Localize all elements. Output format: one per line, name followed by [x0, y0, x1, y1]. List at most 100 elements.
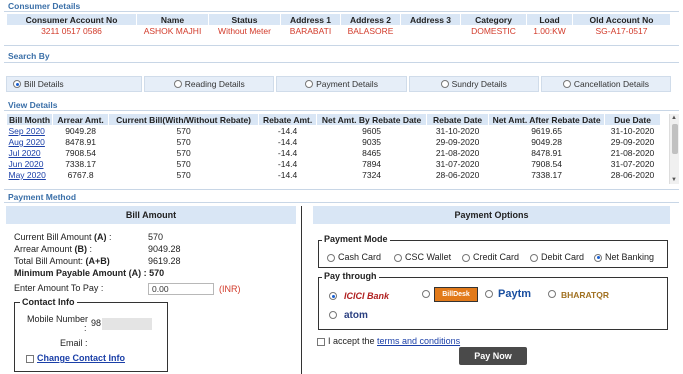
divider: [4, 45, 679, 46]
table-cell: 31-07-2020: [435, 159, 480, 169]
atom-logo[interactable]: atom: [344, 310, 368, 321]
amount-input[interactable]: 0.00: [148, 283, 214, 295]
billdesk-logo[interactable]: BillDesk: [434, 287, 478, 302]
min-payable-label: Minimum Payable Amount (A) : 570: [14, 268, 165, 278]
radio-icon[interactable]: [173, 80, 182, 88]
tab-label: Bill Details: [24, 79, 64, 89]
consumer-table: Consumer Account No Name Status Address …: [6, 13, 671, 37]
col-header: Current Bill(With/Without Rebate): [108, 113, 260, 126]
mode-label: Net Banking: [605, 252, 655, 262]
payment-mode-title: Payment Mode: [322, 234, 390, 244]
radio-icon[interactable]: [422, 290, 430, 298]
radio-icon[interactable]: [530, 253, 538, 262]
table-cell: 31-10-2020: [435, 126, 480, 137]
terms-link[interactable]: terms and conditions: [377, 336, 460, 346]
tab-cancellation-details[interactable]: Cancellation Details: [540, 76, 672, 92]
mode-debit-card[interactable]: Debit Card: [530, 252, 584, 262]
tab-label: Payment Details: [316, 79, 378, 89]
consumer-value-row: 3211 0517 0586 ASHOK MAJHI Without Meter…: [7, 26, 671, 37]
table-cell: 31-10-2020: [610, 126, 655, 137]
radio-icon[interactable]: [327, 253, 335, 262]
checkbox-icon[interactable]: [317, 337, 325, 346]
radio-icon[interactable]: [13, 80, 21, 88]
tab-label: Reading Details: [184, 79, 245, 89]
table-cell: -14.4: [277, 148, 298, 158]
checkbox-icon[interactable]: [26, 354, 34, 363]
bill-month-link[interactable]: Jul 2020: [9, 148, 41, 158]
change-contact-row[interactable]: Change Contact Info: [26, 353, 125, 363]
bill-amount-header: Bill Amount: [6, 206, 296, 224]
col-header: Bill Month: [5, 113, 54, 126]
mode-csc-wallet[interactable]: CSC Wallet: [394, 252, 451, 262]
mobile-label: Mobile Number: [27, 314, 89, 324]
current-bill-value: 570: [148, 232, 164, 242]
radio-icon[interactable]: [394, 253, 402, 262]
table-cell: 570: [176, 159, 191, 169]
radio-icon[interactable]: [329, 311, 337, 319]
scroll-thumb[interactable]: [672, 124, 678, 154]
table-cell: 570: [176, 126, 191, 137]
bill-month-link[interactable]: Jun 2020: [9, 159, 44, 169]
table-cell: 6767.8: [67, 170, 94, 180]
bharatqr-logo[interactable]: BHARATQR: [561, 290, 609, 300]
table-scrollbar[interactable]: ▲ ▼: [669, 114, 679, 184]
view-details-title: View Details: [8, 100, 58, 110]
change-contact-link[interactable]: Change Contact Info: [37, 353, 125, 363]
accept-label: I accept the: [328, 336, 378, 346]
col-header: Category: [460, 13, 527, 26]
radio-icon[interactable]: [305, 80, 314, 88]
table-cell: 7894: [362, 159, 382, 169]
tab-sundry-details[interactable]: Sundry Details: [408, 76, 539, 92]
scroll-down-icon[interactable]: ▼: [671, 177, 677, 183]
paytm-logo[interactable]: Paytm: [498, 288, 531, 300]
table-cell: 28-06-2020: [610, 170, 655, 180]
bill-header-row: Bill Month Arrear Amt. Current Bill(With…: [5, 113, 661, 126]
mode-credit-card[interactable]: Credit Card: [462, 252, 519, 262]
divider: [4, 62, 679, 63]
col-header: Net Amt. By Rebate Date: [316, 113, 428, 126]
radio-icon[interactable]: [562, 80, 571, 88]
table-cell: 9049.28: [65, 126, 96, 137]
radio-icon[interactable]: [440, 80, 449, 88]
contact-info-title: Contact Info: [20, 297, 77, 307]
table-cell: 7338.17: [531, 170, 562, 180]
icici-bank-logo[interactable]: ICICI Bank: [344, 291, 389, 301]
bill-month-link[interactable]: Sep 2020: [9, 126, 45, 136]
radio-icon[interactable]: [594, 253, 602, 262]
mobile-redacted-block: [102, 318, 152, 330]
bill-month-link[interactable]: Aug 2020: [9, 137, 45, 147]
radio-icon[interactable]: [548, 290, 556, 298]
col-header: Status: [208, 13, 281, 26]
col-header: Address 1: [280, 13, 341, 26]
mode-net-banking[interactable]: Net Banking: [594, 252, 654, 262]
bill-month-link[interactable]: May 2020: [9, 170, 46, 180]
table-cell: 7908.54: [531, 159, 562, 169]
arrear-value: 9049.28: [148, 244, 181, 254]
table-cell: 21-08-2020: [435, 148, 480, 158]
divider: [4, 202, 679, 203]
pay-now-button[interactable]: Pay Now: [459, 347, 527, 365]
mode-cash-card[interactable]: Cash Card: [327, 252, 381, 262]
radio-icon[interactable]: [462, 253, 470, 262]
table-cell: 21-08-2020: [610, 148, 655, 158]
tab-payment-details[interactable]: Payment Details: [276, 76, 407, 92]
tab-reading-details[interactable]: Reading Details: [144, 76, 275, 92]
col-header: Consumer Account No: [6, 13, 137, 26]
scroll-up-icon[interactable]: ▲: [671, 115, 677, 121]
radio-icon[interactable]: [329, 292, 337, 300]
col-header: Due Date: [604, 113, 661, 126]
table-cell: 8478.91: [531, 148, 562, 158]
bill-table: Bill Month Arrear Amt. Current Bill(With…: [5, 113, 661, 181]
table-cell: 9035: [362, 137, 382, 147]
table-row: Jul 2020 7908.54 570 -14.4 8465 21-08-20…: [7, 148, 661, 159]
table-cell: 29-09-2020: [435, 137, 480, 147]
radio-icon[interactable]: [485, 290, 493, 298]
tab-bill-details[interactable]: Bill Details: [6, 76, 143, 92]
consumer-details-title: Consumer Details: [8, 1, 81, 11]
table-row: Sep 2020 9049.28 570 -14.4 9605 31-10-20…: [7, 126, 661, 137]
divider: [4, 189, 679, 190]
terms-row[interactable]: I accept the terms and conditions: [317, 336, 460, 346]
pay-through-box: [318, 277, 668, 330]
old-account-no: SG-A17-0517: [595, 26, 648, 37]
table-cell: -14.4: [277, 159, 298, 169]
